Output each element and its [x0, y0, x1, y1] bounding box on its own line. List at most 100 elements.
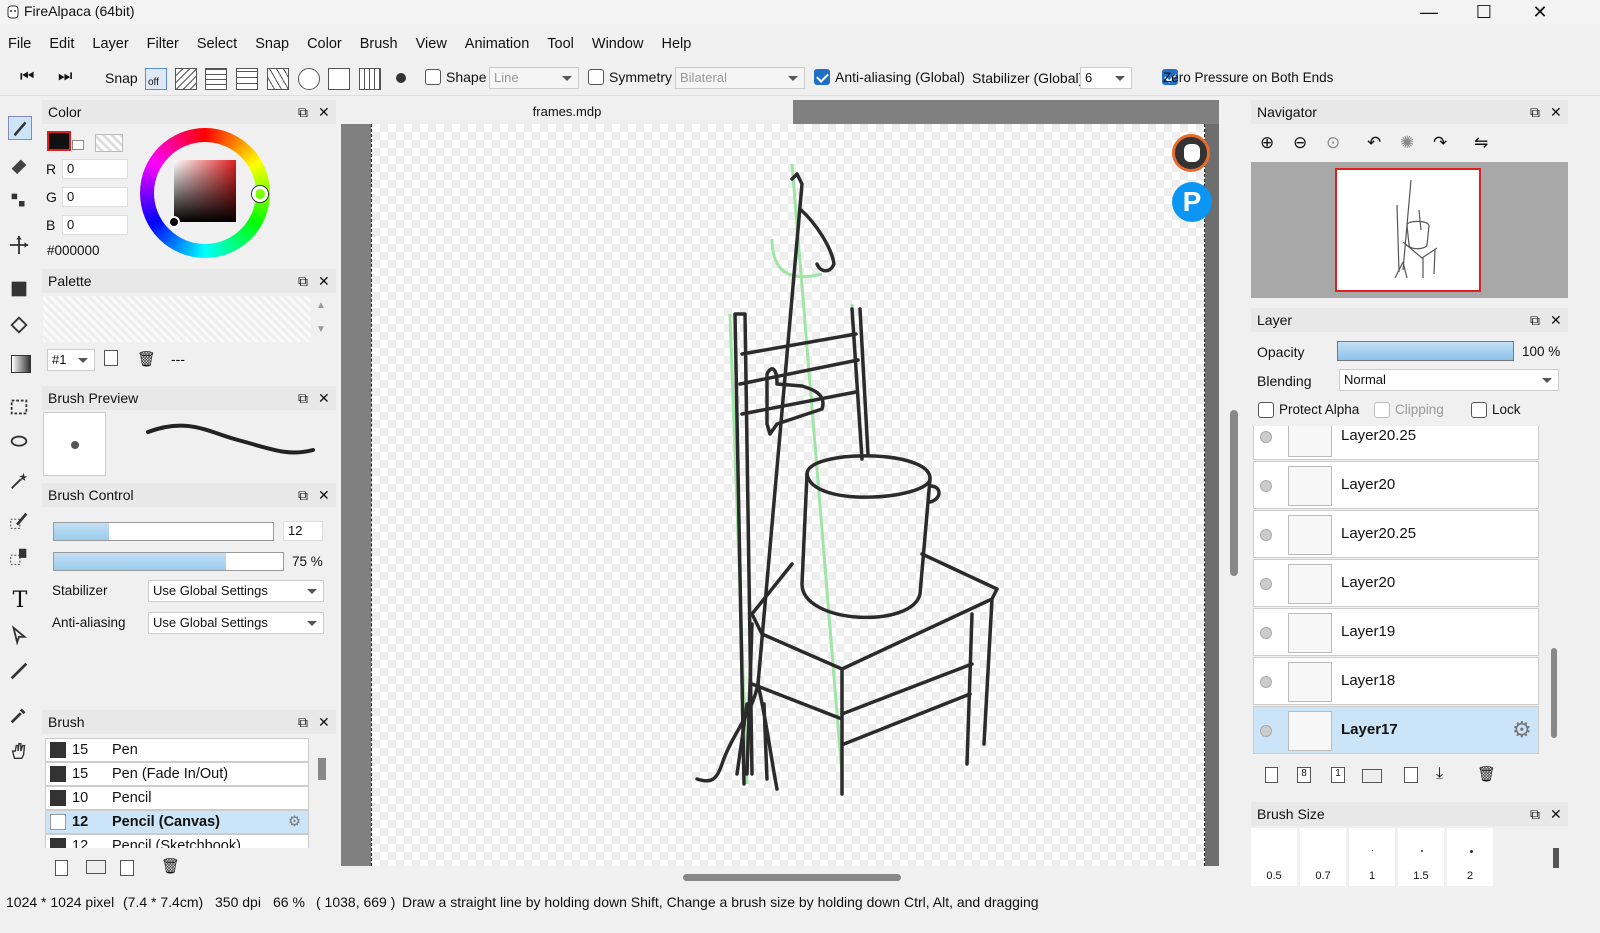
- new-folder-icon[interactable]: [1362, 769, 1382, 783]
- prev-frame-icon[interactable]: ⏮: [20, 68, 34, 86]
- brush-size-cell[interactable]: 1: [1349, 828, 1395, 886]
- snap-point-icon[interactable]: [396, 73, 406, 83]
- clipping-checkbox[interactable]: [1374, 402, 1390, 418]
- brush-size-cell[interactable]: 1.5: [1398, 828, 1444, 886]
- blending-select[interactable]: Normal: [1339, 369, 1559, 391]
- menu-animation[interactable]: Animation: [456, 30, 538, 58]
- close-panel-icon[interactable]: ✕: [318, 269, 330, 293]
- brush-size-scrollbar[interactable]: [1553, 848, 1559, 868]
- new-layer-icon[interactable]: [1265, 767, 1278, 783]
- delete-palette-icon[interactable]: 🗑: [137, 350, 156, 368]
- eyedropper-tool-icon[interactable]: [8, 704, 32, 728]
- menu-brush[interactable]: Brush: [351, 30, 407, 58]
- r-field[interactable]: 0: [62, 159, 128, 179]
- minimize-icon[interactable]: —: [1406, 0, 1452, 24]
- menu-view[interactable]: View: [407, 30, 456, 58]
- layer-row[interactable]: Layer20: [1253, 461, 1539, 509]
- menu-tool[interactable]: Tool: [538, 30, 583, 58]
- layer-row[interactable]: Layer19: [1253, 608, 1539, 656]
- antialias-checkbox[interactable]: [814, 69, 830, 85]
- menu-file[interactable]: File: [0, 30, 40, 58]
- float-panel-icon[interactable]: ⧉: [298, 386, 308, 410]
- shape-checkbox[interactable]: [425, 69, 441, 85]
- select-eraser-tool-icon[interactable]: [8, 546, 32, 570]
- snap-parallel-icon[interactable]: [175, 68, 197, 90]
- move-tool-icon[interactable]: [8, 234, 32, 258]
- maximize-icon[interactable]: ☐: [1461, 0, 1507, 24]
- shape-select[interactable]: Line: [489, 67, 579, 89]
- menu-window[interactable]: Window: [583, 30, 653, 58]
- delete-brush-icon[interactable]: 🗑: [161, 857, 180, 875]
- dot-tool-icon[interactable]: [8, 190, 32, 214]
- protect-alpha-checkbox[interactable]: [1258, 402, 1274, 418]
- magic-wand-tool-icon[interactable]: [8, 470, 32, 494]
- close-panel-icon[interactable]: ✕: [318, 483, 330, 507]
- next-frame-icon[interactable]: ⏭: [58, 68, 72, 86]
- brush-stabilizer-select[interactable]: Use Global Settings: [148, 580, 324, 602]
- brush-item-pencil-sketchbook[interactable]: 12 Pencil (Sketchbook): [45, 834, 309, 848]
- menu-snap[interactable]: Snap: [246, 30, 298, 58]
- rotate-right-icon[interactable]: ↷: [1433, 133, 1447, 153]
- visibility-eye-icon[interactable]: [1260, 676, 1272, 688]
- new-8bit-layer-icon[interactable]: 8: [1297, 767, 1311, 783]
- menu-color[interactable]: Color: [298, 30, 351, 58]
- primary-color-swatch[interactable]: [47, 131, 71, 151]
- menu-filter[interactable]: Filter: [138, 30, 188, 58]
- navigator-preview[interactable]: [1251, 162, 1568, 298]
- close-panel-icon[interactable]: ✕: [1550, 802, 1562, 826]
- float-panel-icon[interactable]: ⧉: [298, 483, 308, 507]
- zoom-in-icon[interactable]: ⊕: [1260, 133, 1274, 153]
- secondary-color-swatch[interactable]: [72, 140, 84, 150]
- hue-handle[interactable]: [252, 186, 268, 202]
- layer-list-scrollbar[interactable]: [1551, 648, 1557, 738]
- flip-horizontal-icon[interactable]: ⇋: [1474, 133, 1488, 153]
- layer-row[interactable]: Layer20.25: [1253, 426, 1539, 460]
- layer-row[interactable]: Layer20: [1253, 559, 1539, 607]
- divide-tool-icon[interactable]: [8, 660, 32, 684]
- brush-list-scrollbar[interactable]: [318, 758, 326, 780]
- brush-item-pen-fade[interactable]: 15 Pen (Fade In/Out): [45, 762, 309, 786]
- rotate-reset-icon[interactable]: ✺: [1400, 133, 1414, 153]
- float-panel-icon[interactable]: ⧉: [298, 269, 308, 293]
- text-tool-icon[interactable]: T: [8, 588, 32, 613]
- menu-help[interactable]: Help: [652, 30, 700, 58]
- brush-opacity-slider[interactable]: [53, 552, 284, 571]
- scroll-down-icon[interactable]: ▼: [316, 324, 326, 335]
- visibility-eye-icon[interactable]: [1260, 431, 1272, 443]
- merge-down-icon[interactable]: ⤓: [1436, 765, 1443, 783]
- layer-row[interactable]: Layer18: [1253, 657, 1539, 705]
- layer-row[interactable]: Layer20.25: [1253, 510, 1539, 558]
- drawing-canvas[interactable]: [371, 124, 1205, 866]
- lasso-tool-icon[interactable]: [8, 432, 32, 456]
- select-pen-tool-icon[interactable]: [8, 510, 32, 534]
- float-panel-icon[interactable]: ⧉: [298, 100, 308, 124]
- visibility-eye-icon[interactable]: [1260, 529, 1272, 541]
- navigator-viewport-frame[interactable]: [1335, 168, 1481, 292]
- stabilizer-select[interactable]: 6: [1080, 67, 1132, 89]
- menu-select[interactable]: Select: [188, 30, 246, 58]
- visibility-eye-icon[interactable]: [1260, 578, 1272, 590]
- b-field[interactable]: 0: [62, 215, 128, 235]
- zoom-out-icon[interactable]: ⊖: [1293, 133, 1307, 153]
- symmetry-checkbox[interactable]: [588, 69, 604, 85]
- bucket-tool-icon[interactable]: [8, 314, 32, 338]
- snap-concentric-icon[interactable]: [298, 68, 320, 90]
- delete-layer-icon[interactable]: 🗑: [1477, 765, 1496, 783]
- close-icon[interactable]: ✕: [1517, 0, 1563, 24]
- rotate-left-icon[interactable]: ↶: [1367, 133, 1381, 153]
- duplicate-layer-icon[interactable]: [1404, 767, 1418, 783]
- gradient-tool-icon[interactable]: [8, 352, 32, 376]
- brush-folder-icon[interactable]: [86, 860, 106, 874]
- menu-layer[interactable]: Layer: [83, 30, 137, 58]
- visibility-eye-icon[interactable]: [1260, 725, 1272, 737]
- operation-tool-icon[interactable]: [8, 624, 32, 648]
- palette-select[interactable]: #1: [47, 349, 95, 371]
- float-panel-icon[interactable]: ⧉: [1530, 100, 1540, 124]
- hue-ring[interactable]: [140, 128, 270, 258]
- layer-opacity-slider[interactable]: [1337, 341, 1514, 361]
- add-brush-icon[interactable]: [55, 860, 68, 876]
- alpaca-mascot-icon[interactable]: [1172, 134, 1210, 172]
- snap-perspective-icon[interactable]: [236, 68, 258, 90]
- document-tab[interactable]: frames.mdp: [341, 100, 793, 124]
- layer-settings-gear-icon[interactable]: ⚙: [1512, 717, 1532, 743]
